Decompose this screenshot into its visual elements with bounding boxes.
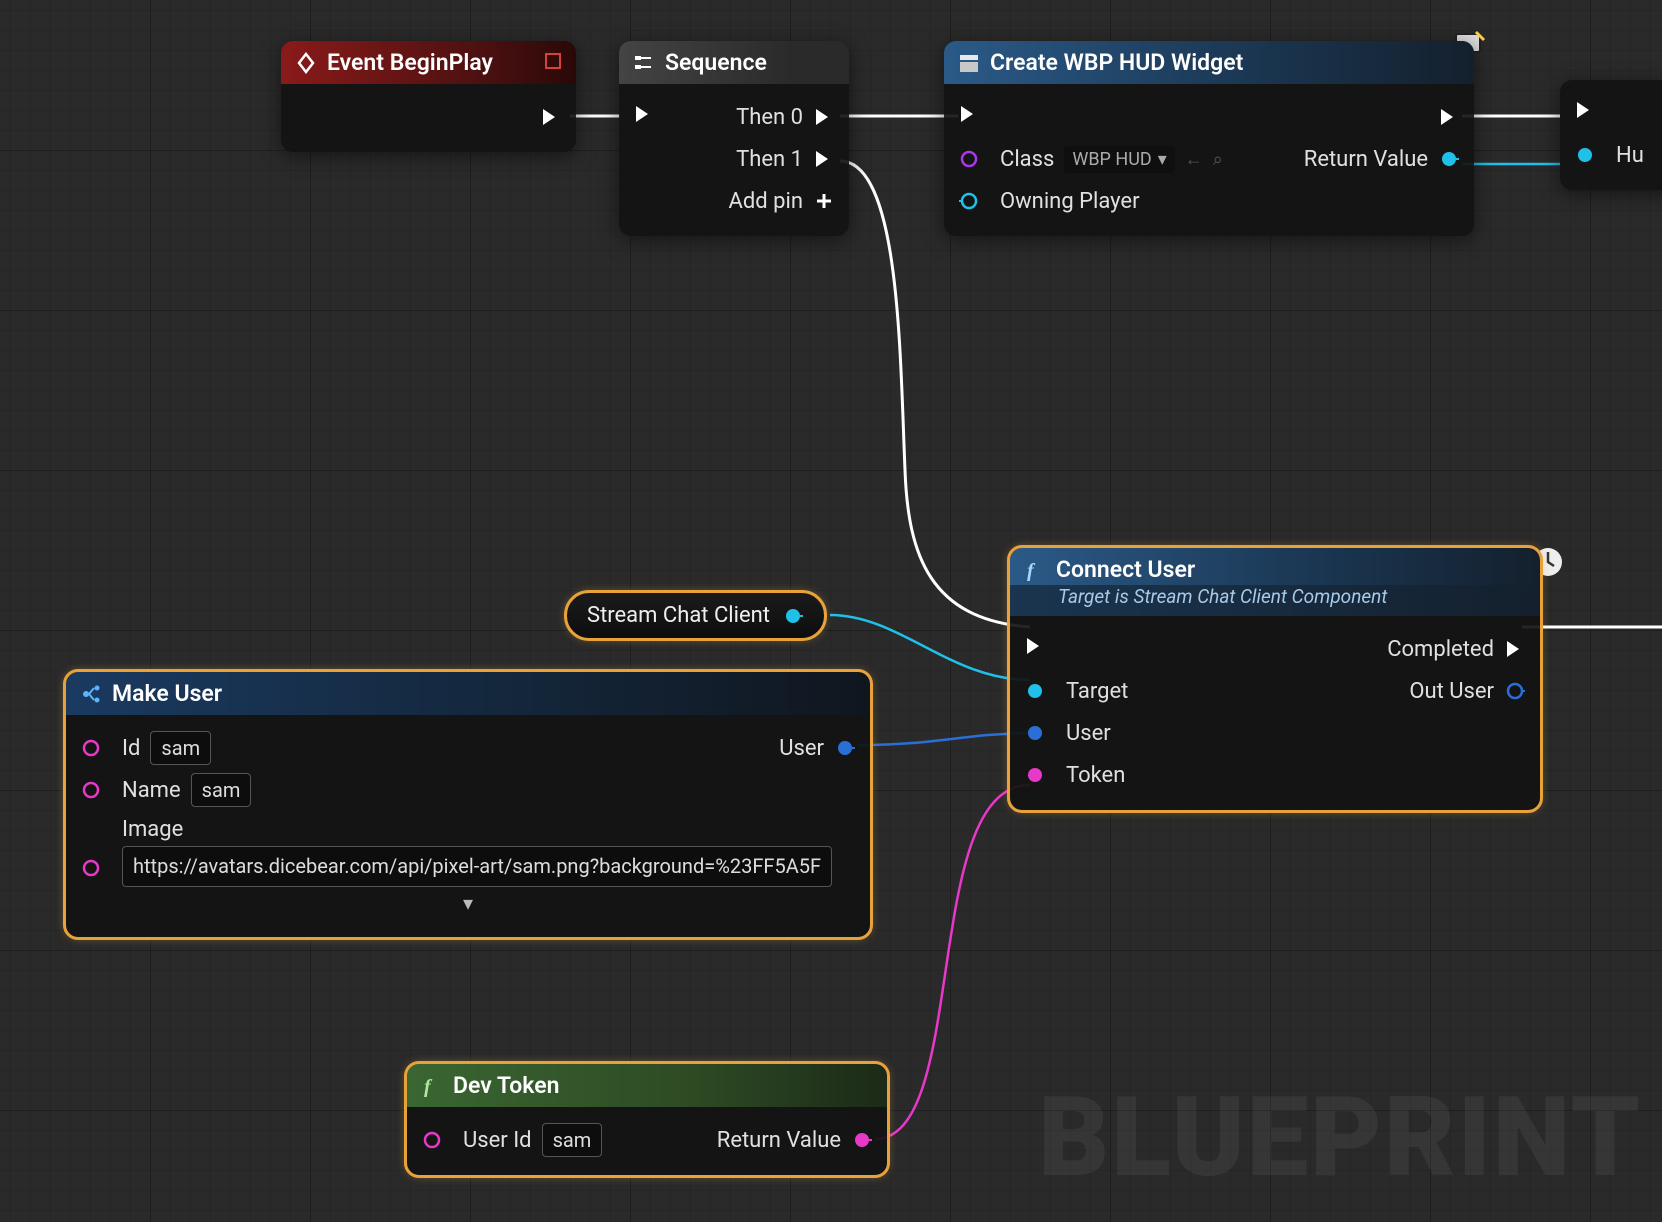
node-sequence[interactable]: Sequence Then 0 Then 1 Add pin bbox=[619, 41, 849, 236]
plus-icon bbox=[813, 190, 835, 212]
node-title: Create WBP HUD Widget bbox=[990, 49, 1243, 76]
return-value-pin[interactable]: Return Value bbox=[717, 1128, 873, 1153]
user-id-input[interactable]: sam bbox=[542, 1123, 603, 1157]
image-input[interactable]: https://avatars.dicebear.com/api/pixel-a… bbox=[122, 846, 832, 887]
node-offscreen-right[interactable]: Hu bbox=[1560, 80, 1662, 190]
svg-text:f: f bbox=[1027, 560, 1036, 581]
exec-input-pin[interactable] bbox=[633, 103, 665, 131]
node-header[interactable]: Sequence bbox=[619, 41, 849, 84]
user-pin[interactable]: User bbox=[1024, 721, 1111, 746]
node-title: Make User bbox=[112, 680, 222, 707]
delegate-pin-icon bbox=[544, 49, 562, 76]
out-user-pin[interactable]: Out User bbox=[1409, 679, 1526, 704]
pin-label: Token bbox=[1066, 763, 1125, 788]
node-create-widget[interactable]: Create WBP HUD Widget Class WBP HUD ▾ ← … bbox=[944, 41, 1474, 236]
class-dropdown[interactable]: WBP HUD ▾ bbox=[1064, 146, 1174, 173]
pin-label: Class bbox=[1000, 147, 1054, 172]
variable-label: Stream Chat Client bbox=[587, 603, 770, 628]
return-value-pin[interactable]: Return Value bbox=[1304, 147, 1460, 172]
hu-pin[interactable]: Hu bbox=[1574, 143, 1644, 168]
user-output-pin[interactable]: User bbox=[779, 736, 856, 761]
pin-label: User Id bbox=[463, 1128, 532, 1153]
exec-output-pin[interactable] bbox=[1428, 106, 1460, 128]
pin-label: Target bbox=[1066, 679, 1128, 704]
pin-label: Image bbox=[122, 817, 832, 842]
output-pin[interactable] bbox=[782, 605, 804, 627]
node-title: Connect User bbox=[1056, 556, 1195, 583]
function-icon: f bbox=[421, 1075, 443, 1097]
expand-toggle[interactable]: ▾ bbox=[80, 887, 856, 923]
exec-input-pin[interactable] bbox=[1024, 635, 1056, 663]
function-icon: f bbox=[1024, 559, 1046, 581]
pin-label: Return Value bbox=[1304, 147, 1428, 172]
pin-label: Completed bbox=[1387, 637, 1494, 662]
pin-label: User bbox=[1066, 721, 1111, 746]
watermark: BLUEPRINT bbox=[1038, 1073, 1642, 1202]
node-make-user[interactable]: Make User Id sam User Name sam bbox=[66, 672, 870, 937]
pin-label: Name bbox=[122, 778, 181, 803]
browse-icon[interactable]: ⌕ bbox=[1213, 149, 1223, 170]
user-id-pin[interactable]: User Id sam bbox=[421, 1123, 602, 1157]
node-event-begin-play[interactable]: Event BeginPlay bbox=[281, 41, 576, 152]
pin-label: Add pin bbox=[729, 189, 803, 214]
node-title: Sequence bbox=[665, 49, 767, 76]
widget-icon bbox=[958, 52, 980, 74]
then0-pin[interactable]: Then 0 bbox=[736, 105, 835, 130]
exec-input-pin[interactable] bbox=[958, 103, 990, 131]
image-pin[interactable]: Image https://avatars.dicebear.com/api/p… bbox=[80, 817, 832, 887]
chevron-down-icon: ▾ bbox=[1158, 149, 1167, 170]
node-header[interactable]: f Connect User bbox=[1010, 548, 1540, 585]
chevron-down-icon: ▾ bbox=[463, 891, 473, 915]
sequence-icon bbox=[633, 52, 655, 74]
exec-output-pin[interactable] bbox=[295, 96, 562, 138]
completed-pin[interactable]: Completed bbox=[1387, 637, 1526, 662]
node-subtitle: Target is Stream Chat Client Component bbox=[1010, 585, 1540, 616]
node-header[interactable]: Event BeginPlay bbox=[281, 41, 576, 84]
add-pin-button[interactable]: Add pin bbox=[633, 180, 835, 222]
id-input[interactable]: sam bbox=[150, 731, 211, 765]
node-header[interactable]: Create WBP HUD Widget bbox=[944, 41, 1474, 84]
then1-pin[interactable]: Then 1 bbox=[633, 138, 835, 180]
variable-stream-chat-client[interactable]: Stream Chat Client bbox=[567, 593, 824, 638]
svg-text:f: f bbox=[424, 1076, 433, 1097]
node-connect-user[interactable]: f Connect User Target is Stream Chat Cli… bbox=[1010, 548, 1540, 810]
node-header[interactable]: f Dev Token bbox=[407, 1064, 887, 1107]
event-icon bbox=[295, 52, 317, 74]
struct-icon bbox=[80, 683, 102, 705]
nav-back-icon[interactable]: ← bbox=[1185, 149, 1203, 170]
target-pin[interactable]: Target bbox=[1024, 679, 1128, 704]
pin-label: Id bbox=[122, 736, 140, 761]
id-pin[interactable]: Id sam bbox=[80, 731, 211, 765]
pin-label: Owning Player bbox=[1000, 189, 1140, 214]
node-dev-token[interactable]: f Dev Token User Id sam Return Value bbox=[407, 1064, 887, 1175]
token-pin[interactable]: Token bbox=[1024, 763, 1125, 788]
class-pin[interactable]: Class WBP HUD ▾ ← ⌕ bbox=[958, 146, 1223, 173]
pin-label: Then 0 bbox=[736, 105, 803, 130]
pin-label: Return Value bbox=[717, 1128, 841, 1153]
pin-label: Out User bbox=[1409, 679, 1494, 704]
pin-label: Hu bbox=[1616, 143, 1644, 168]
exec-input-pin[interactable] bbox=[1574, 99, 1606, 127]
node-header[interactable]: Make User bbox=[66, 672, 870, 715]
name-input[interactable]: sam bbox=[191, 773, 252, 807]
pin-label: Then 1 bbox=[736, 147, 803, 172]
owning-player-pin[interactable]: Owning Player bbox=[958, 189, 1140, 214]
pin-label: User bbox=[779, 736, 824, 761]
name-pin[interactable]: Name sam bbox=[80, 773, 251, 807]
node-title: Dev Token bbox=[453, 1072, 559, 1099]
node-title: Event BeginPlay bbox=[327, 49, 493, 76]
